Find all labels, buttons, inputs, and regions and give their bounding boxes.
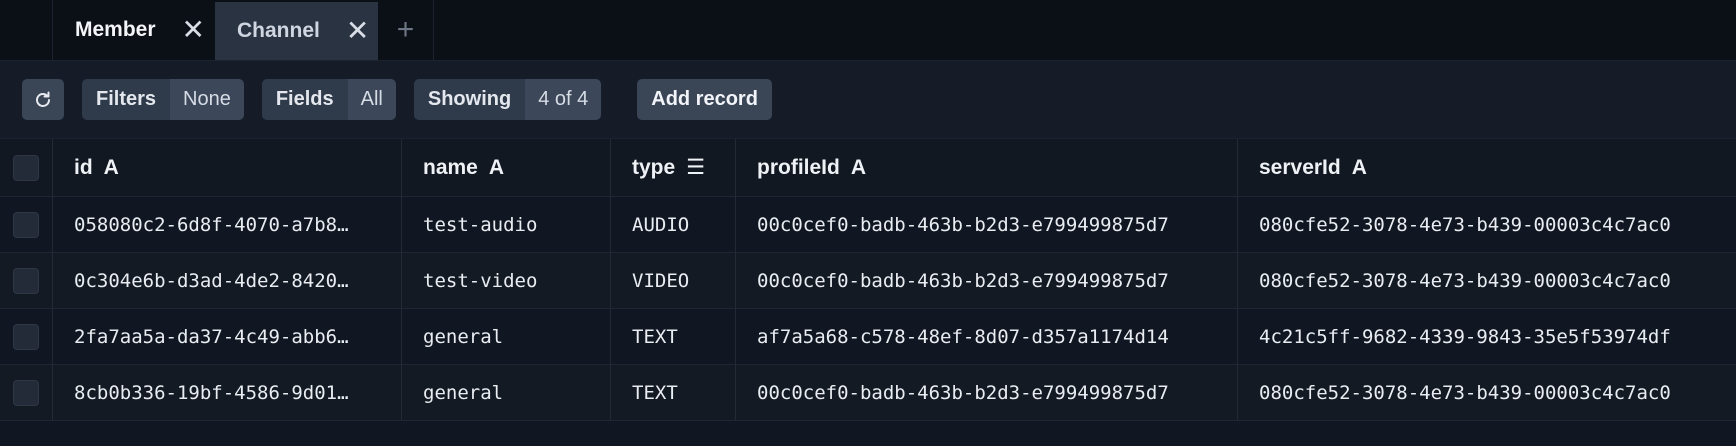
add-tab-button[interactable]: + xyxy=(378,0,434,60)
row-checkbox[interactable] xyxy=(13,267,39,294)
table-body: 058080c2-6d8f-4070-a7b8… test-audio AUDI… xyxy=(0,197,1736,421)
table-row: 0c304e6b-d3ad-4de2-8420… test-video VIDE… xyxy=(0,253,1736,309)
column-header-type[interactable]: type ☰ xyxy=(611,139,736,196)
column-label: profileId xyxy=(757,155,840,179)
add-record-button[interactable]: Add record xyxy=(637,79,772,120)
enum-type-icon: ☰ xyxy=(686,156,706,179)
column-header-id[interactable]: id A xyxy=(53,139,402,196)
cell-serverId[interactable]: 080cfe52-3078-4e73-b439-00003c4c7ac0 xyxy=(1238,253,1736,308)
cell-id[interactable]: 2fa7aa5a-da37-4c49-abb6… xyxy=(53,309,402,364)
cell-text: 058080c2-6d8f-4070-a7b8… xyxy=(74,213,349,236)
cell-name[interactable]: test-video xyxy=(402,253,611,308)
cell-id[interactable]: 058080c2-6d8f-4070-a7b8… xyxy=(53,197,402,252)
cell-type[interactable]: TEXT xyxy=(611,309,736,364)
fields-value: All xyxy=(347,79,396,120)
cell-id[interactable]: 8cb0b336-19bf-4586-9d01… xyxy=(53,365,402,420)
column-label: id xyxy=(74,155,93,179)
cell-serverId[interactable]: 080cfe52-3078-4e73-b439-00003c4c7ac0 xyxy=(1238,197,1736,252)
row-checkbox[interactable] xyxy=(13,211,39,238)
showing-value: 4 of 4 xyxy=(525,79,602,120)
cell-type[interactable]: AUDIO xyxy=(611,197,736,252)
column-header-serverId[interactable]: serverId A xyxy=(1238,139,1736,196)
cell-name[interactable]: general xyxy=(402,309,611,364)
close-icon[interactable]: ✕ xyxy=(346,17,369,45)
records-table: id A name A type ☰ profileId A serverId … xyxy=(0,139,1736,446)
cell-name[interactable]: test-audio xyxy=(402,197,611,252)
table-header-row: id A name A type ☰ profileId A serverId … xyxy=(0,139,1736,197)
showing-label: Showing xyxy=(413,79,526,120)
fields-label: Fields xyxy=(261,79,348,120)
cell-serverId[interactable]: 4c21c5ff-9682-4339-9843-35e5f53974df xyxy=(1238,309,1736,364)
plus-icon: + xyxy=(396,13,415,46)
select-all-cell xyxy=(0,139,53,196)
row-select-cell xyxy=(0,365,53,420)
showing-button[interactable]: Showing 4 of 4 xyxy=(413,79,602,120)
tab-member[interactable]: Member ✕ xyxy=(53,0,215,60)
column-label: name xyxy=(423,155,478,179)
tab-bar-gutter xyxy=(0,0,53,60)
cell-serverId[interactable]: 080cfe52-3078-4e73-b439-00003c4c7ac0 xyxy=(1238,365,1736,420)
refresh-button[interactable] xyxy=(22,79,64,120)
row-checkbox[interactable] xyxy=(13,323,39,350)
cell-type[interactable]: VIDEO xyxy=(611,253,736,308)
table-row: 058080c2-6d8f-4070-a7b8… test-audio AUDI… xyxy=(0,197,1736,253)
prisma-studio-app: Member ✕ Channel ✕ + Filters None Fields… xyxy=(0,0,1736,446)
table-row: 2fa7aa5a-da37-4c49-abb6… general TEXT af… xyxy=(0,309,1736,365)
cell-profileId[interactable]: af7a5a68-c578-48ef-8d07-d357a1174d14 xyxy=(736,309,1238,364)
column-label: type xyxy=(632,155,676,179)
row-select-cell xyxy=(0,253,53,308)
tab-label: Member xyxy=(75,18,156,41)
column-header-name[interactable]: name A xyxy=(402,139,611,196)
refresh-icon xyxy=(36,91,50,107)
filters-label: Filters xyxy=(82,79,171,120)
filters-value: None xyxy=(170,79,244,120)
cell-profileId[interactable]: 00c0cef0-badb-463b-b2d3-e799499875d7 xyxy=(736,197,1238,252)
close-icon[interactable]: ✕ xyxy=(182,16,205,44)
tab-bar: Member ✕ Channel ✕ + xyxy=(0,0,1736,61)
select-all-checkbox[interactable] xyxy=(13,154,39,181)
string-type-icon: A xyxy=(103,155,119,179)
table-row: 8cb0b336-19bf-4586-9d01… general TEXT 00… xyxy=(0,365,1736,421)
cell-text: 0c304e6b-d3ad-4de2-8420… xyxy=(74,269,349,292)
cell-text: 8cb0b336-19bf-4586-9d01… xyxy=(74,381,349,404)
row-select-cell xyxy=(0,309,53,364)
toolbar: Filters None Fields All Showing 4 of 4 A… xyxy=(0,61,1736,139)
column-header-profileId[interactable]: profileId A xyxy=(736,139,1238,196)
tab-channel[interactable]: Channel ✕ xyxy=(215,2,378,60)
row-checkbox[interactable] xyxy=(13,379,39,406)
string-type-icon: A xyxy=(1351,155,1367,179)
fields-button[interactable]: Fields All xyxy=(261,79,396,120)
cell-id[interactable]: 0c304e6b-d3ad-4de2-8420… xyxy=(53,253,402,308)
string-type-icon: A xyxy=(850,155,867,179)
cell-type[interactable]: TEXT xyxy=(611,365,736,420)
tab-label: Channel xyxy=(237,19,320,42)
row-select-cell xyxy=(0,197,53,252)
cell-profileId[interactable]: 00c0cef0-badb-463b-b2d3-e799499875d7 xyxy=(736,253,1238,308)
filters-button[interactable]: Filters None xyxy=(82,79,244,120)
cell-profileId[interactable]: 00c0cef0-badb-463b-b2d3-e799499875d7 xyxy=(736,365,1238,420)
cell-name[interactable]: general xyxy=(402,365,611,420)
table-empty-area xyxy=(0,421,1736,446)
column-label: serverId xyxy=(1259,155,1341,179)
cell-text: 2fa7aa5a-da37-4c49-abb6… xyxy=(74,325,349,348)
string-type-icon: A xyxy=(488,155,505,179)
